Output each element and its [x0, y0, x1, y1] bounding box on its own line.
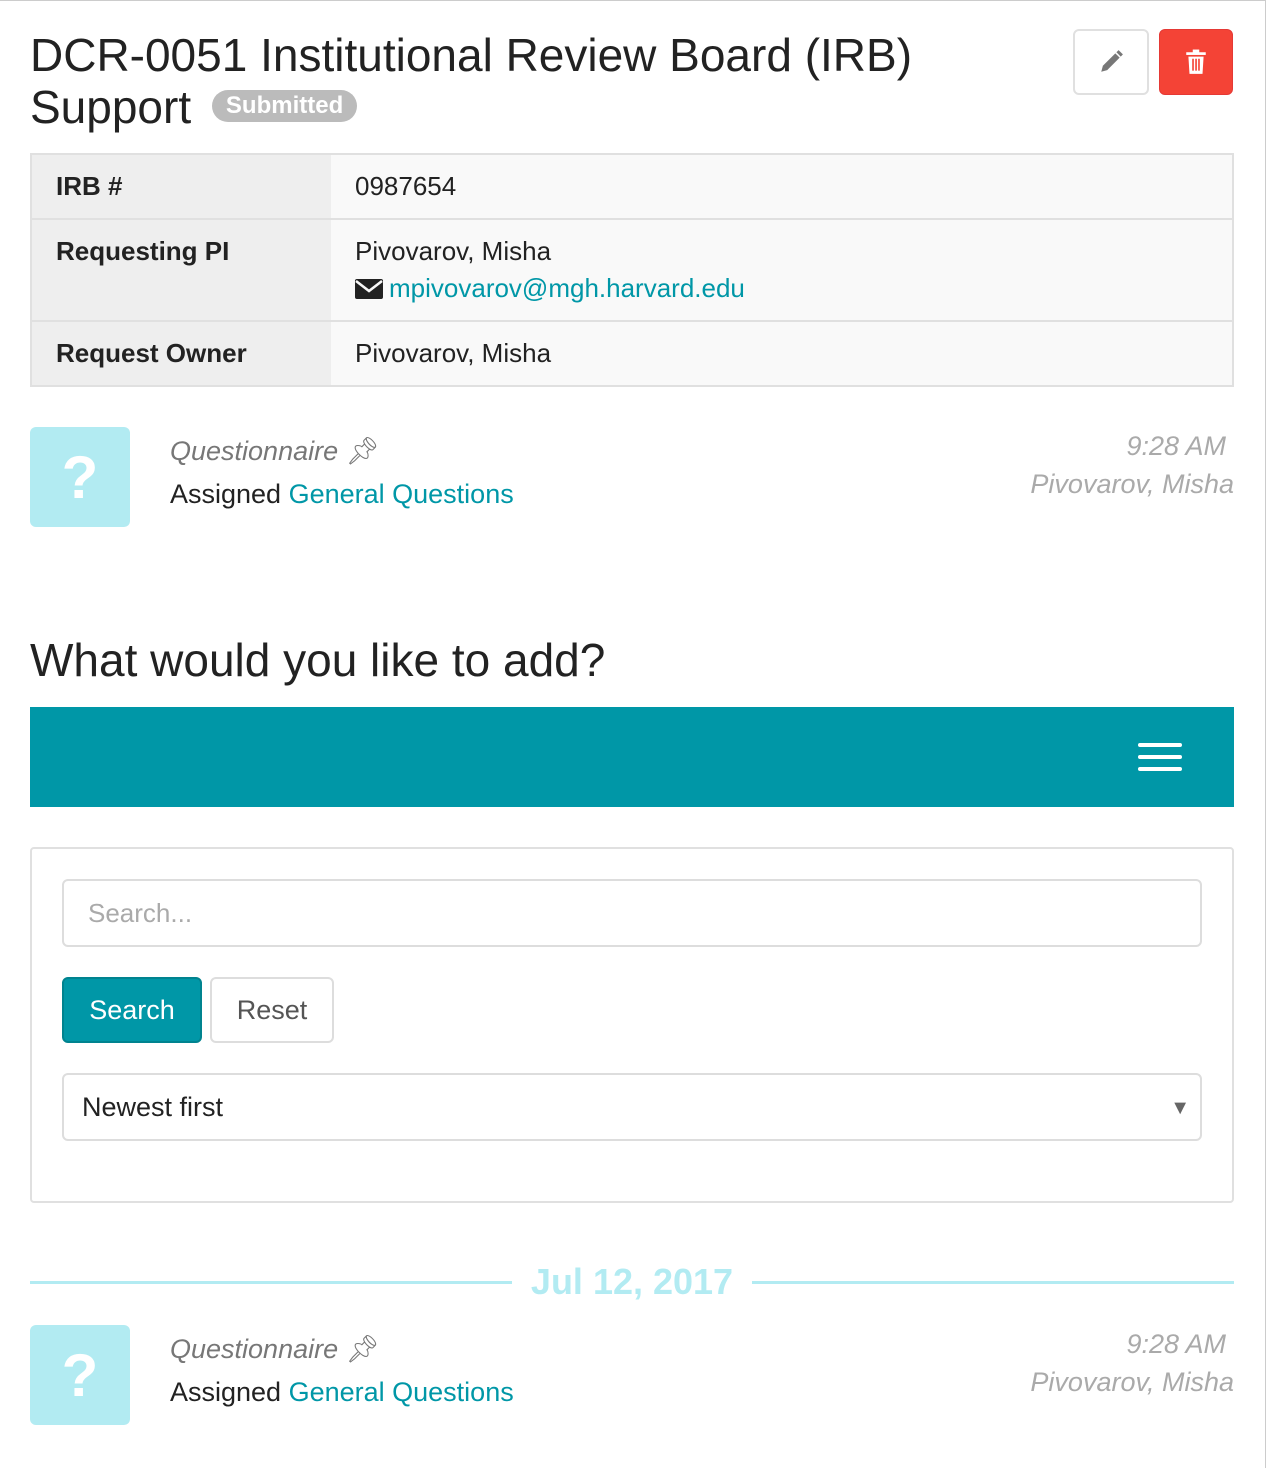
timeline-event: ? Questionnaire 📌︎ Assigned General Ques… — [30, 1325, 1234, 1425]
add-heading: What would you like to add? — [30, 634, 606, 686]
search-input[interactable] — [62, 879, 1202, 947]
question-icon: ? — [30, 427, 130, 527]
questionnaire-link[interactable]: General Questions — [289, 1377, 514, 1407]
hamburger-menu-icon[interactable] — [1138, 743, 1182, 771]
pin-icon: 📌︎ — [345, 1334, 380, 1364]
date-divider: Jul 12, 2017 — [30, 1261, 1234, 1305]
trash-icon — [1186, 49, 1206, 74]
delete-button[interactable] — [1159, 29, 1233, 95]
table-row: Requesting PI Pivovarov, Misha mpivovarov@… — [31, 218, 1233, 321]
search-button[interactable]: Search — [62, 977, 202, 1043]
pencil-icon — [1101, 50, 1123, 72]
pin-icon: 📌︎ — [345, 436, 380, 466]
reset-button[interactable]: Reset — [210, 977, 334, 1043]
table-row: IRB #0987654 — [31, 153, 1233, 219]
edit-button[interactable] — [1073, 29, 1149, 95]
email-link[interactable]: mpivovarov@mgh.harvard.edu — [389, 273, 745, 303]
question-icon: ? — [30, 1325, 130, 1425]
status-badge: Submitted — [211, 89, 358, 122]
table-row: Request Owner Pivovarov, Misha — [31, 320, 1233, 386]
page-title: DCR-0051 Institutional Review Board (IRB… — [30, 29, 913, 133]
envelope-icon — [355, 279, 383, 299]
details-table: IRB #0987654 Requesting PI Pivovarov, Mis… — [30, 153, 1234, 387]
caret-down-icon: ▼ — [1170, 1097, 1190, 1119]
questionnaire-link[interactable]: General Questions — [289, 479, 514, 509]
filter-panel: Search Reset Newest first▼ — [30, 847, 1234, 1203]
sort-select[interactable]: Newest first ▼ — [62, 1073, 1202, 1141]
add-navbar — [30, 707, 1234, 807]
timeline-event: ? Questionnaire 📌︎ Assigned General Ques… — [30, 427, 1234, 527]
